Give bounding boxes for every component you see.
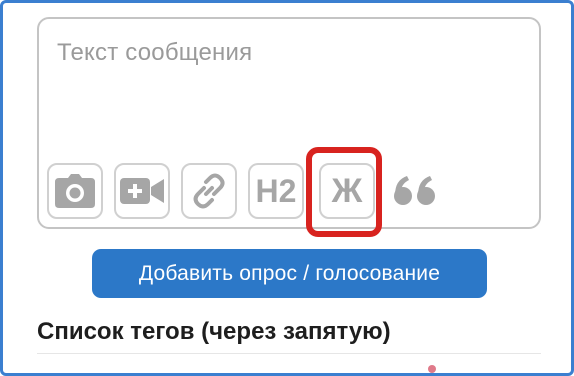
heading-button[interactable]: H2 bbox=[248, 163, 304, 219]
tags-input[interactable] bbox=[37, 353, 541, 373]
heading-label: H2 bbox=[255, 173, 297, 209]
quote-icon bbox=[394, 176, 435, 205]
camera-icon bbox=[55, 174, 95, 208]
tags-label: Список тегов (через запятую) bbox=[37, 318, 391, 345]
add-video-button[interactable] bbox=[114, 163, 170, 219]
message-textarea[interactable]: Текст сообщения H2 Ж bbox=[37, 17, 541, 229]
bold-label: Ж bbox=[331, 172, 363, 210]
bold-button[interactable]: Ж bbox=[319, 163, 375, 219]
add-poll-button[interactable]: Добавить опрос / голосование bbox=[92, 249, 487, 298]
video-camera-icon bbox=[120, 178, 164, 204]
add-photo-button[interactable] bbox=[47, 163, 103, 219]
post-editor-panel: Текст сообщения H2 Ж Добавить опрос / го… bbox=[0, 0, 574, 376]
message-placeholder: Текст сообщения bbox=[57, 39, 253, 66]
link-icon bbox=[193, 173, 225, 209]
quote-button[interactable] bbox=[387, 163, 443, 219]
add-link-button[interactable] bbox=[181, 163, 237, 219]
required-dot bbox=[428, 365, 436, 373]
